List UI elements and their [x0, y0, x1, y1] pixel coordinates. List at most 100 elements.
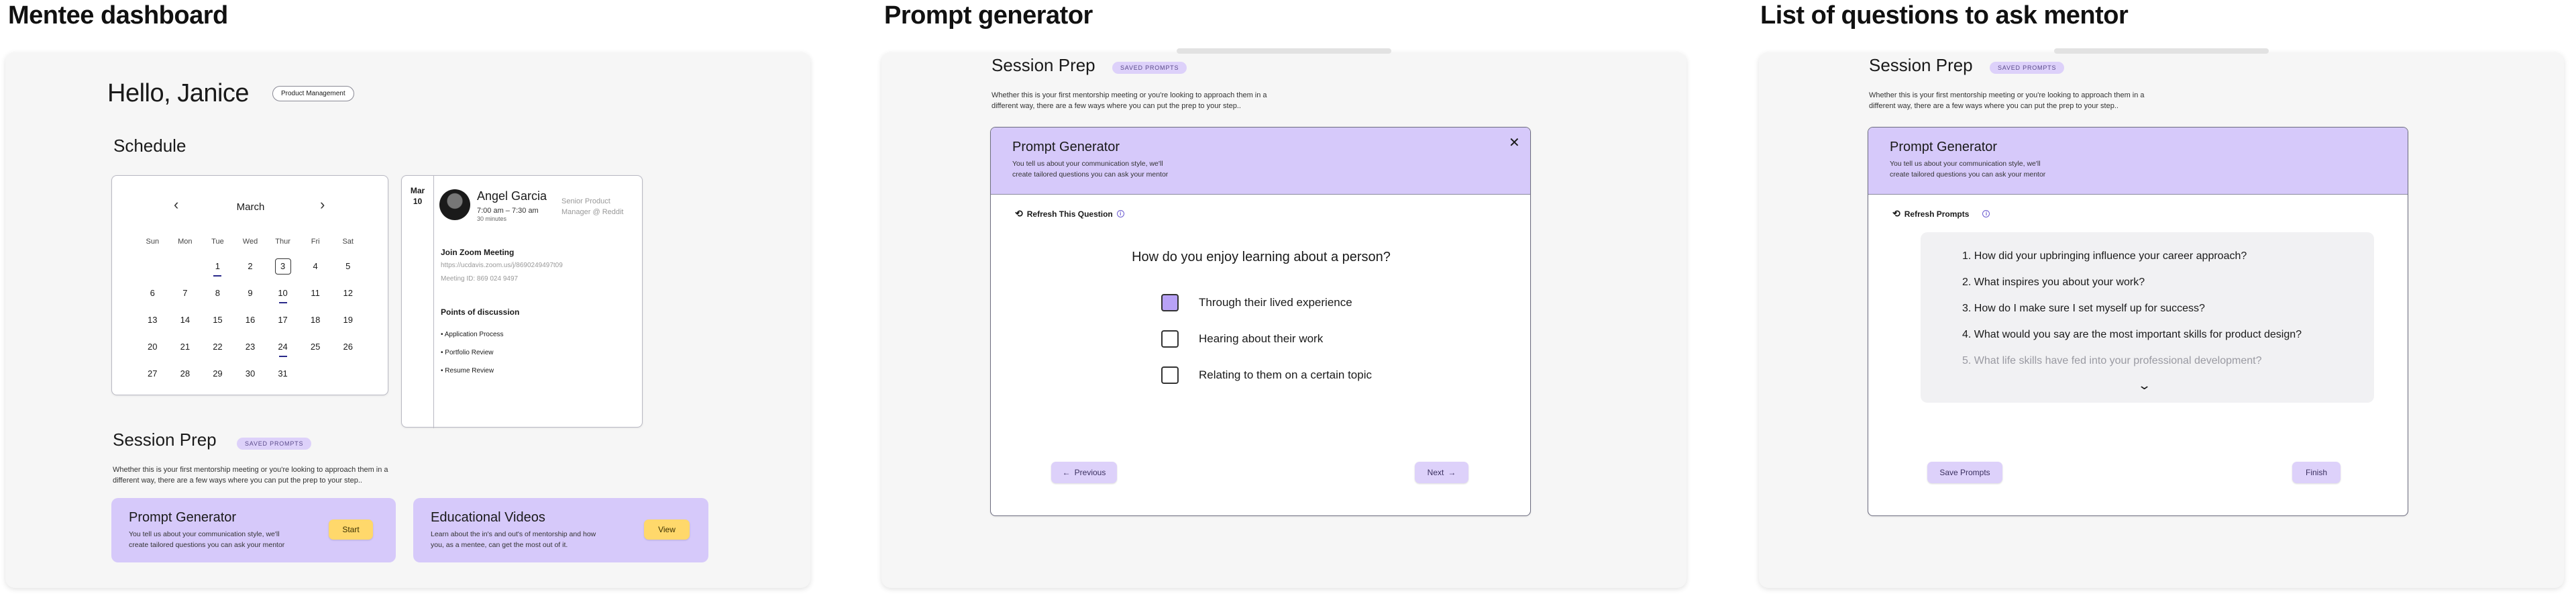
- refresh-prompts-button[interactable]: ⟲ Refresh Prompts i: [1892, 208, 1990, 219]
- modal-description-line: You tell us about your communication sty…: [1890, 160, 2041, 168]
- session-prep-title: Session Prep: [991, 55, 1095, 75]
- educational-videos-card[interactable]: Educational Videos Learn about the in's …: [413, 498, 708, 562]
- modal-title: Prompt Generator: [1012, 140, 1120, 154]
- calendar-day[interactable]: 22: [201, 341, 234, 353]
- questions-list: 1. How did your upbringing influence you…: [1921, 232, 2374, 403]
- list-item: • Resume Review: [441, 367, 494, 375]
- saved-prompts-tag[interactable]: SAVED PROMPTS: [237, 438, 312, 450]
- calendar-day[interactable]: 19: [331, 314, 364, 326]
- option-row[interactable]: Relating to them on a certain topic: [1161, 366, 1372, 384]
- saved-prompts-tag[interactable]: SAVED PROMPTS: [1112, 62, 1187, 74]
- calendar-day[interactable]: 8: [201, 287, 234, 299]
- calendar-day[interactable]: 29: [201, 368, 234, 380]
- schedule-title: Schedule: [113, 136, 186, 156]
- calendar-day[interactable]: 25: [299, 341, 332, 353]
- section-title-dashboard: Mentee dashboard: [8, 1, 228, 30]
- info-icon[interactable]: i: [1116, 210, 1124, 217]
- calendar-day[interactable]: 24: [266, 341, 299, 357]
- weekday-label: Sun: [146, 238, 160, 246]
- interest-tag[interactable]: Product Management: [272, 86, 354, 101]
- checkbox[interactable]: [1161, 330, 1179, 348]
- arrow-right-icon: →: [1448, 468, 1456, 477]
- previous-button[interactable]: ← Previous: [1051, 462, 1117, 483]
- calendar-day[interactable]: 14: [169, 314, 202, 326]
- close-icon[interactable]: ✕: [1509, 134, 1520, 151]
- saved-prompts-tag[interactable]: SAVED PROMPTS: [1990, 62, 2065, 74]
- modal-title: Prompt Generator: [1890, 140, 1998, 154]
- modal-header: Prompt Generator You tell us about your …: [1868, 128, 2408, 195]
- weekday-label: Mon: [178, 238, 193, 246]
- calendar-day[interactable]: 31: [266, 368, 299, 380]
- list-item[interactable]: 1. How did your upbringing influence you…: [1962, 250, 2374, 263]
- calendar-day[interactable]: 2: [234, 260, 267, 272]
- calendar-day[interactable]: 16: [234, 314, 267, 326]
- save-prompts-button[interactable]: Save Prompts: [1927, 462, 2002, 483]
- calendar-day[interactable]: 10: [266, 287, 299, 303]
- arrow-left-icon: ←: [1062, 468, 1071, 477]
- start-button[interactable]: Start: [329, 519, 373, 540]
- event-date-column: Mar 10: [402, 176, 434, 428]
- previous-label: Previous: [1074, 468, 1106, 477]
- calendar-day[interactable]: 1: [201, 260, 234, 277]
- option-row[interactable]: Through their lived experience: [1161, 294, 1352, 311]
- next-button[interactable]: Next →: [1415, 462, 1468, 483]
- calendar-day: [136, 260, 169, 272]
- calendar-day[interactable]: 20: [136, 341, 169, 353]
- calendar-day[interactable]: 21: [169, 341, 202, 353]
- refresh-question-button[interactable]: ⟲ Refresh This Question i: [1015, 208, 1124, 219]
- mentor-role: Senior Product Manager @ Reddit: [561, 196, 624, 217]
- question-text: How do you enjoy learning about a person…: [1132, 250, 1391, 264]
- option-label: Hearing about their work: [1199, 332, 1324, 345]
- calendar-day[interactable]: 15: [201, 314, 234, 326]
- calendar-day[interactable]: 23: [234, 341, 267, 353]
- option-row[interactable]: Hearing about their work: [1161, 330, 1323, 348]
- prompt-generator-card[interactable]: Prompt Generator You tell us about your …: [111, 498, 396, 562]
- calendar-day[interactable]: 17: [266, 314, 299, 326]
- calendar-day: [299, 368, 332, 380]
- mentor-name[interactable]: Angel Garcia: [477, 189, 547, 203]
- weekday-label: Fri: [311, 238, 320, 246]
- calendar-day[interactable]: 9: [234, 287, 267, 299]
- list-item[interactable]: 3. How do I make sure I set myself up fo…: [1962, 302, 2374, 315]
- modal-description-line: You tell us about your communication sty…: [1012, 160, 1163, 168]
- checkbox[interactable]: [1161, 294, 1179, 311]
- list-item[interactable]: 2. What inspires you about your work?: [1962, 276, 2374, 289]
- chevron-down-icon[interactable]: ⌄: [2137, 379, 2151, 393]
- description-line: Whether this is your first mentorship me…: [113, 466, 388, 474]
- event-time: 7:00 am – 7:30 am: [477, 207, 539, 215]
- calendar-day[interactable]: 5: [331, 260, 364, 272]
- calendar-month: March: [236, 201, 265, 213]
- avatar[interactable]: [439, 189, 470, 220]
- checkbox[interactable]: [1161, 366, 1179, 384]
- calendar-day[interactable]: 12: [331, 287, 364, 299]
- refresh-label: Refresh Prompts: [1904, 209, 1970, 219]
- calendar-day[interactable]: 7: [169, 287, 202, 299]
- chevron-right-icon[interactable]: ›: [320, 196, 325, 213]
- calendar-day[interactable]: 6: [136, 287, 169, 299]
- calendar-day[interactable]: 30: [234, 368, 267, 380]
- session-prep-description: Whether this is your first mentorship me…: [113, 464, 388, 486]
- scrolled-content-edge: [1177, 48, 1391, 54]
- modal-description: You tell us about your communication sty…: [1012, 158, 1168, 180]
- finish-button[interactable]: Finish: [2292, 462, 2341, 483]
- calendar-day[interactable]: 4: [299, 260, 332, 272]
- calendar-day[interactable]: 27: [136, 368, 169, 380]
- calendar-day-selected[interactable]: 3: [266, 258, 299, 275]
- calendar: ‹ March › Sun Mon Tue Wed Thur Fri Sat 1…: [111, 175, 388, 395]
- calendar-day[interactable]: 13: [136, 314, 169, 326]
- calendar-day[interactable]: 11: [299, 287, 332, 299]
- view-button[interactable]: View: [644, 519, 690, 540]
- list-item[interactable]: 4. What would you say are the most impor…: [1962, 328, 2374, 342]
- next-label: Next: [1427, 468, 1444, 477]
- calendar-day[interactable]: 26: [331, 341, 364, 353]
- event-card: Mar 10 Angel Garcia 7:00 am – 7:30 am 30…: [401, 175, 643, 428]
- option-label: Relating to them on a certain topic: [1199, 368, 1372, 381]
- info-icon[interactable]: i: [1982, 210, 1990, 217]
- zoom-link[interactable]: https://ucdavis.zoom.us/j/8690249497t09: [441, 262, 563, 269]
- calendar-grid: Sun Mon Tue Wed Thur Fri Sat 1 2 3 4 5 6…: [136, 238, 364, 380]
- calendar-day[interactable]: 18: [299, 314, 332, 326]
- list-item-label: Resume Review: [445, 367, 494, 375]
- list-item[interactable]: 5. What life skills have fed into your p…: [1962, 354, 2374, 368]
- calendar-day: [331, 368, 364, 380]
- calendar-day[interactable]: 28: [169, 368, 202, 380]
